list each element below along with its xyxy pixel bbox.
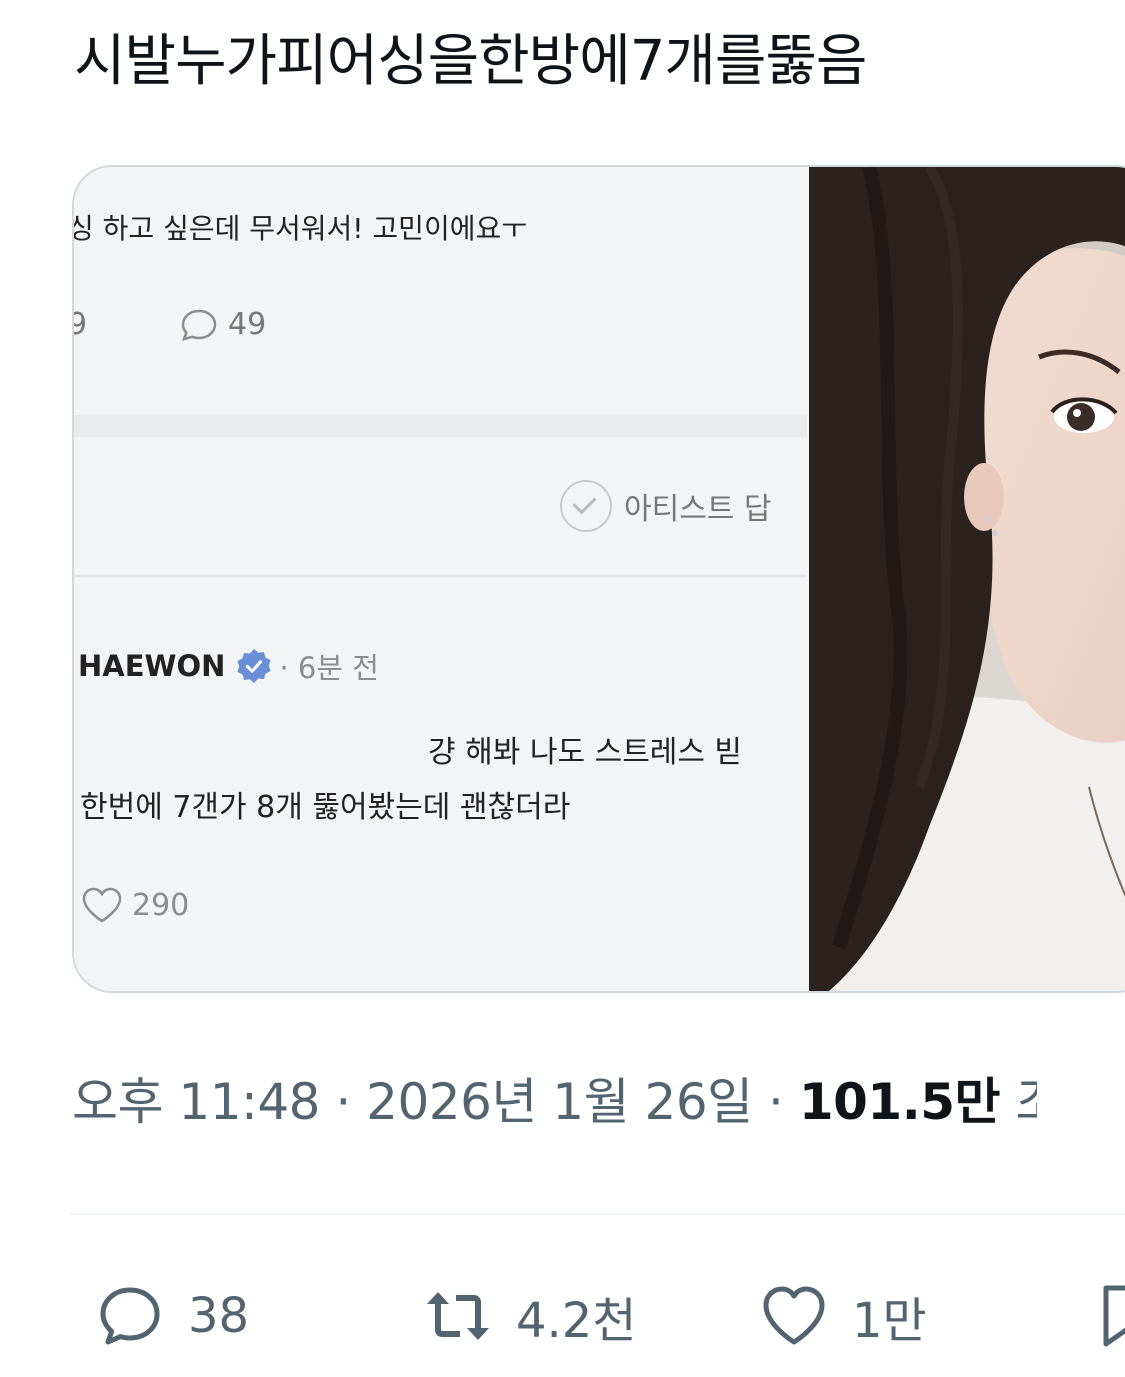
divider: [70, 1213, 1125, 1215]
retweet-count: 4.2천: [516, 1293, 637, 1349]
artist-reply-tag: 아티스트 답: [560, 480, 772, 532]
heart-icon: [763, 1286, 825, 1345]
like-count-main: 1만: [852, 1293, 927, 1349]
artist-tag-label: 아티스트 답: [624, 492, 772, 527]
reply-text-line2: 한번에 7갠가 8개 뚫어봤는데 괜찮더라: [80, 790, 571, 825]
bookmark-button[interactable]: [1096, 1280, 1125, 1352]
like-button[interactable]: 1만: [758, 1280, 927, 1352]
retweet-icon: [427, 1292, 489, 1340]
view-count: 101.5만: [798, 1073, 1001, 1131]
reply-time: · 6분 전: [279, 651, 379, 685]
reply-likes: 290: [80, 885, 189, 925]
tweet-text: 시발누가피어싱을한방에7개를뚫음: [74, 29, 867, 94]
section-divider: [74, 415, 807, 437]
question-text: 싱 하고 싶은데 무서워서! 고민이에요ㅜ: [72, 212, 527, 245]
retweet-button[interactable]: 4.2천: [422, 1280, 637, 1352]
reply-count: 38: [188, 1288, 250, 1344]
question-comment-count: 49: [228, 307, 267, 342]
verified-badge-icon: [237, 648, 272, 684]
heart-icon: [82, 887, 122, 923]
reply-author: HAEWON · 6분 전: [78, 645, 379, 687]
tweet-media[interactable]: 싱 하고 싶은데 무서워서! 고민이에요ㅜ 9 49 아티스트 답 HAEWON…: [72, 165, 1125, 993]
time-date: 오후 11:48 · 2026년 1월 26일 ·: [72, 1073, 799, 1131]
check-circle-icon: [560, 480, 612, 532]
media-screenshot[interactable]: 싱 하고 싶은데 무서워서! 고민이에요ㅜ 9 49 아티스트 답 HAEWON…: [74, 167, 807, 991]
selfie-photo[interactable]: [809, 167, 1125, 991]
portrait-image: [809, 167, 1125, 991]
views-label-cut: 조: [1015, 1062, 1037, 1134]
divider-line: [74, 575, 807, 577]
bookmark-icon: [1103, 1285, 1125, 1347]
tweet-actions: 38 4.2천 1만: [0, 1280, 1125, 1360]
comment-icon: [181, 309, 217, 341]
question-stat-cut: 9: [74, 307, 90, 342]
author-name: HAEWON: [78, 649, 226, 683]
question-stats: 9 49: [74, 307, 267, 342]
like-count: 290: [132, 887, 190, 923]
reply-icon: [100, 1287, 160, 1345]
reply-text-line1: 걍 해봐 나도 스트레스 빋: [428, 735, 743, 770]
tweet-timestamp: 오후 11:48 · 2026년 1월 26일 · 101.5만 조: [72, 1062, 1037, 1134]
reply-button[interactable]: 38: [94, 1280, 249, 1352]
